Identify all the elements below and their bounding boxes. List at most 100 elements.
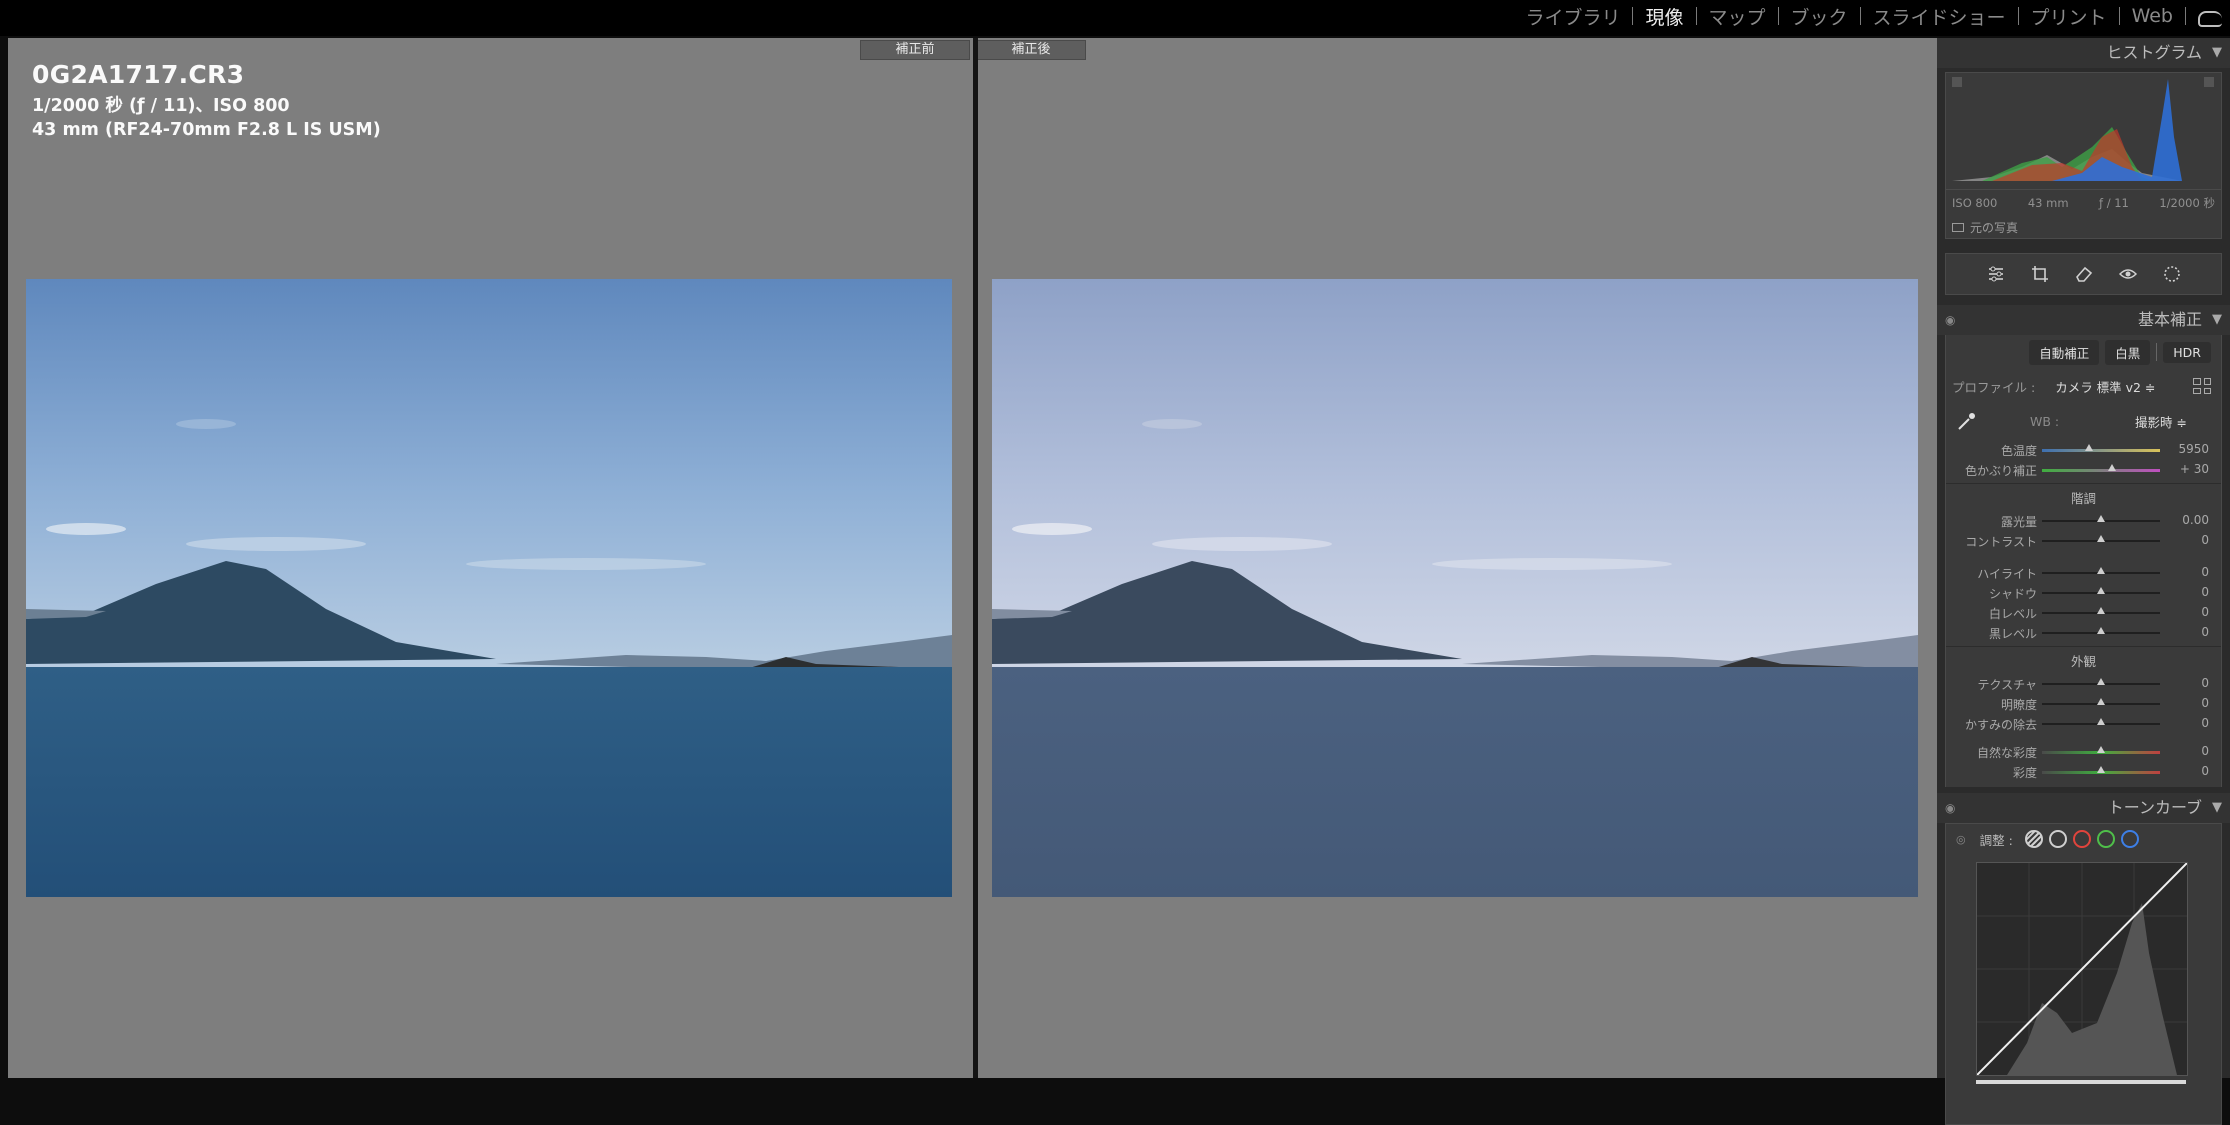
curve-channel-row: ◎ 調整 : <box>1946 824 2221 854</box>
slider-label: 彩度 <box>2012 766 2037 780</box>
shadows-slider[interactable]: シャドウ 0 <box>1946 582 2221 602</box>
basic-panel-header[interactable]: ◉ 基本補正 ▼ <box>1937 305 2230 335</box>
slider-thumb[interactable] <box>2097 678 2105 685</box>
blue-channel-icon[interactable] <box>2120 830 2139 848</box>
red-channel-icon[interactable] <box>2072 830 2091 848</box>
slider-value[interactable]: 0 <box>2201 565 2209 579</box>
highlights-slider[interactable]: ハイライト 0 <box>1946 562 2221 582</box>
module-print[interactable]: プリント <box>2019 3 2119 30</box>
wb-row: WB : 撮影時 ≑ <box>1946 403 2221 439</box>
sliders-icon[interactable] <box>1985 263 2007 285</box>
slider-thumb[interactable] <box>2097 607 2105 614</box>
slider-value[interactable]: 0 <box>2201 744 2209 758</box>
temp-slider[interactable]: 色温度 5950 <box>1946 439 2221 459</box>
before-label: 補正前 <box>860 40 970 60</box>
slider-value[interactable]: 0 <box>2201 533 2209 547</box>
develop-right-panel: ヒストグラム ▼ ISO 800 43 mm ƒ / 11 1/2000 秒 元… <box>1937 38 2230 1125</box>
slider-value[interactable]: 0 <box>2201 696 2209 710</box>
hdr-button[interactable]: HDR <box>2163 341 2211 363</box>
curve-region-slider[interactable] <box>1976 1080 2186 1084</box>
after-photo[interactable] <box>992 279 1918 897</box>
dehaze-slider[interactable]: かすみの除去 0 <box>1946 713 2221 733</box>
slider-thumb[interactable] <box>2097 567 2105 574</box>
module-web[interactable]: Web <box>2120 5 2185 27</box>
slider-value[interactable]: 5950 <box>2178 442 2209 456</box>
parametric-curve-icon[interactable] <box>2024 830 2043 848</box>
slider-thumb[interactable] <box>2097 718 2105 725</box>
after-label: 補正後 <box>976 40 1086 60</box>
slider-value[interactable]: 0 <box>2201 625 2209 639</box>
slider-thumb[interactable] <box>2097 698 2105 705</box>
module-map[interactable]: マップ <box>1697 3 1778 30</box>
slider-thumb[interactable] <box>2097 766 2105 773</box>
eyedropper-icon[interactable] <box>1954 408 1980 434</box>
photo-exposure-info: 1/2000 秒 (ƒ / 11)、ISO 800 <box>32 96 290 116</box>
clarity-slider[interactable]: 明瞭度 0 <box>1946 693 2221 713</box>
module-develop[interactable]: 現像 <box>1633 3 1695 30</box>
slider-thumb[interactable] <box>2097 746 2105 753</box>
wb-label: WB : <box>2030 413 2060 429</box>
tint-slider[interactable]: 色かぶり補正 + 30 <box>1946 459 2221 479</box>
vibrance-slider[interactable]: 自然な彩度 0 <box>1946 741 2221 761</box>
point-curve-icon[interactable] <box>2048 830 2067 848</box>
wb-select[interactable]: 撮影時 ≑ <box>2135 412 2187 431</box>
collapse-triangle-icon[interactable]: ▼ <box>2212 38 2222 68</box>
slider-track[interactable] <box>2042 449 2160 452</box>
profile-browser-grid-icon[interactable] <box>2193 378 2211 394</box>
checkbox-icon[interactable] <box>1952 222 1964 232</box>
texture-slider[interactable]: テクスチャ 0 <box>1946 673 2221 693</box>
slider-value[interactable]: 0.00 <box>2182 513 2209 527</box>
whites-slider[interactable]: 白レベル 0 <box>1946 602 2221 622</box>
slider-thumb[interactable] <box>2108 464 2116 471</box>
histogram-title: ヒストグラム <box>2106 43 2202 62</box>
profile-select[interactable]: カメラ 標準 v2 ≑ <box>2055 377 2155 396</box>
treatment-separator <box>2156 343 2158 361</box>
compare-divider[interactable] <box>973 38 978 1078</box>
cloud-icon[interactable] <box>2194 9 2222 27</box>
saturation-slider[interactable]: 彩度 0 <box>1946 761 2221 781</box>
bw-button[interactable]: 白黒 <box>2105 339 2151 365</box>
slider-value[interactable]: 0 <box>2201 605 2209 619</box>
slider-value[interactable]: 0 <box>2201 764 2209 778</box>
before-photo[interactable] <box>26 279 952 897</box>
module-slideshow[interactable]: スライドショー <box>1861 3 2018 30</box>
target-adjust-icon[interactable]: ◎ <box>1956 833 1966 846</box>
photo-lens-info: 43 mm (RF24-70mm F2.8 L IS USM) <box>32 120 381 140</box>
collapse-triangle-icon[interactable]: ▼ <box>2212 305 2222 335</box>
slider-value[interactable]: + 30 <box>2180 462 2209 476</box>
slider-thumb[interactable] <box>2097 587 2105 594</box>
curve-adjust-label: 調整 : <box>1979 832 2013 848</box>
tonecurve-header[interactable]: ◉ トーンカーブ ▼ <box>1937 793 2230 823</box>
green-channel-icon[interactable] <box>2096 830 2115 848</box>
masking-icon[interactable] <box>2161 263 2183 285</box>
original-photo-toggle[interactable]: 元の写真 <box>1945 216 2222 239</box>
histogram-meta: ISO 800 43 mm ƒ / 11 1/2000 秒 <box>1945 190 2222 216</box>
exposure-slider[interactable]: 露光量 0.00 <box>1946 510 2221 530</box>
slider-track[interactable] <box>2042 469 2160 472</box>
section-divider <box>1946 646 2221 647</box>
histogram-header[interactable]: ヒストグラム ▼ <box>1937 38 2230 68</box>
module-book[interactable]: ブック <box>1779 3 1860 30</box>
slider-value[interactable]: 0 <box>2201 716 2209 730</box>
crop-icon[interactable] <box>2029 263 2051 285</box>
collapse-triangle-icon[interactable]: ▼ <box>2212 793 2222 823</box>
slider-label: 黒レベル <box>1988 627 2037 641</box>
slider-thumb[interactable] <box>2097 515 2105 522</box>
tone-curve-graph[interactable] <box>1976 862 2188 1076</box>
slider-thumb[interactable] <box>2097 627 2105 634</box>
auto-button[interactable]: 自動補正 <box>2029 339 2100 365</box>
slider-value[interactable]: 0 <box>2201 676 2209 690</box>
module-separator <box>2185 7 2186 25</box>
eraser-icon[interactable] <box>2073 263 2095 285</box>
slider-thumb[interactable] <box>2097 535 2105 542</box>
slider-value[interactable]: 0 <box>2201 585 2209 599</box>
redeye-icon[interactable] <box>2117 263 2139 285</box>
blacks-slider[interactable]: 黒レベル 0 <box>1946 622 2221 642</box>
contrast-slider[interactable]: コントラスト 0 <box>1946 530 2221 550</box>
slider-thumb[interactable] <box>2085 444 2093 451</box>
section-divider <box>1946 483 2221 484</box>
module-library[interactable]: ライブラリ <box>1513 3 1632 30</box>
visibility-eye-icon[interactable]: ◉ <box>1945 305 1955 335</box>
visibility-eye-icon[interactable]: ◉ <box>1945 793 1955 823</box>
slider-label: コントラスト <box>1965 535 2037 549</box>
